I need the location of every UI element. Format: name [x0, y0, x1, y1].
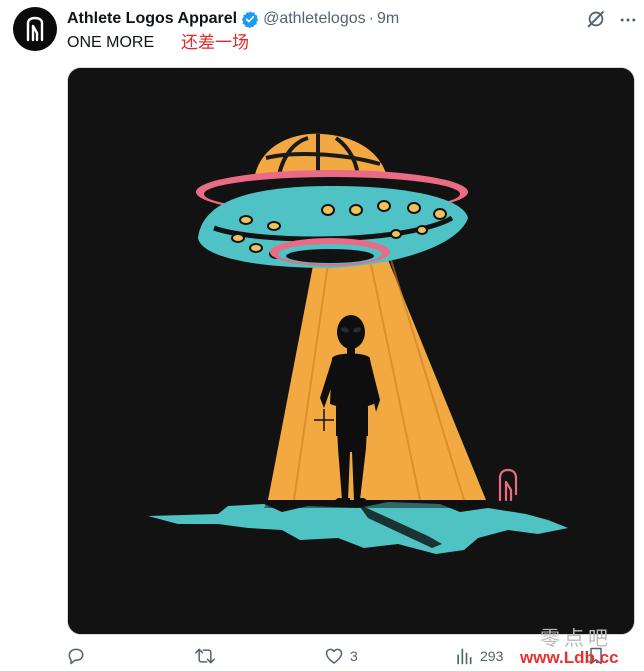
tweet-header: Athlete Logos Apparel @athletelogos · 9m: [67, 8, 399, 30]
reply-button[interactable]: [66, 646, 86, 666]
views-button[interactable]: 293: [454, 646, 503, 666]
like-count: 3: [350, 648, 358, 664]
tweet-actions: 3 293: [0, 646, 644, 671]
avatar[interactable]: [13, 7, 57, 51]
retweet-button[interactable]: [194, 646, 216, 666]
verified-badge-icon: [241, 10, 259, 28]
tweet: Athlete Logos Apparel @athletelogos · 9m…: [0, 0, 644, 671]
ufo-alien-basketball-illustration: [68, 68, 634, 634]
reply-icon: [68, 648, 84, 665]
heart-icon: [325, 648, 343, 664]
tweet-media-image[interactable]: [67, 67, 635, 635]
more-dots-icon: [620, 18, 636, 22]
handwritten-annotation: 还差一场: [181, 33, 249, 52]
display-name[interactable]: Athlete Logos Apparel: [67, 10, 237, 28]
like-button[interactable]: 3: [324, 646, 358, 666]
timestamp[interactable]: 9m: [377, 10, 399, 28]
more-options-button[interactable]: [618, 10, 638, 30]
retweet-icon: [195, 648, 215, 664]
tweet-text: ONE MORE: [67, 34, 155, 51]
separator-dot: ·: [368, 10, 374, 27]
views-count: 293: [480, 648, 504, 664]
grok-button[interactable]: [585, 8, 607, 30]
bar-chart-icon: [457, 648, 472, 665]
handle[interactable]: @athletelogos: [263, 10, 366, 28]
athlete-logos-logo-icon: [26, 16, 44, 42]
grok-icon: [587, 9, 606, 28]
bookmark-icon: [590, 647, 602, 665]
bookmark-button[interactable]: [586, 646, 606, 666]
